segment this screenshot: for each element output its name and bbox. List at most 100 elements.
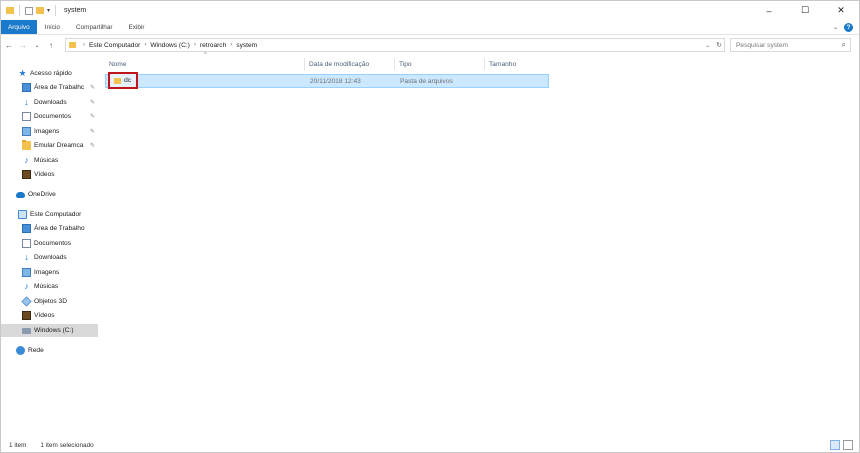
chevron-right-icon[interactable]: › — [230, 42, 232, 48]
tab-file[interactable]: Arquivo — [1, 20, 37, 34]
status-bar: 1 item 1 item selecionado — [1, 438, 859, 453]
address-bar[interactable]: › Este Computador › Windows (C:) › retro… — [65, 38, 725, 52]
search-input[interactable]: Pesquisar system — [736, 42, 788, 49]
selection-count: 1 item selecionado — [40, 442, 94, 449]
sidebar-item-pc-pictures[interactable]: Imagens — [1, 266, 98, 279]
sidebar-item-label: Este Computador — [30, 211, 82, 218]
help-icon[interactable]: ? — [844, 23, 853, 32]
close-button[interactable]: ✕ — [823, 1, 859, 20]
window-controls: – ☐ ✕ — [751, 1, 859, 20]
sidebar-item-label: Documentos — [34, 240, 72, 247]
sidebar-item-onedrive[interactable]: OneDrive — [1, 188, 98, 201]
list-item[interactable]: dc 20/11/2018 12:43 Pasta de arquivos — [105, 72, 549, 89]
chevron-right-icon[interactable]: › — [194, 42, 196, 48]
pin-icon: ✎ — [89, 100, 95, 106]
sidebar-item-pc-desktop[interactable]: Área de Trabalho — [1, 222, 98, 235]
column-header-name[interactable]: Nome — [105, 58, 305, 70]
sidebar-item-label: Downloads — [34, 254, 67, 261]
breadcrumb-retroarch[interactable]: retroarch — [200, 42, 226, 49]
search-box[interactable]: Pesquisar system ⌕ — [730, 38, 851, 52]
breadcrumb-this-pc[interactable]: Este Computador — [89, 42, 140, 49]
pin-icon: ✎ — [89, 129, 95, 135]
customize-toolbar-chevron-icon[interactable]: ▾ — [47, 7, 50, 14]
column-header-size[interactable]: Tamanho — [485, 58, 549, 70]
sidebar-item-label: Vídeos — [34, 171, 55, 178]
tab-home[interactable]: Início — [37, 20, 68, 34]
folder-icon — [69, 42, 76, 48]
sidebar-item-label: OneDrive — [28, 191, 56, 198]
expand-ribbon-chevron-icon[interactable]: ⌄ — [833, 24, 838, 31]
image-icon — [22, 127, 31, 136]
breadcrumb-windows-c[interactable]: Windows (C:) — [150, 42, 190, 49]
star-icon: ★ — [18, 68, 27, 78]
title-bar: ▾ system – ☐ ✕ — [1, 1, 859, 20]
properties-icon[interactable] — [25, 6, 33, 15]
navigation-bar: ← → ⌄ ↑ › Este Computador › Windows (C:)… — [1, 36, 859, 54]
pin-icon: ✎ — [89, 114, 95, 120]
column-header-type[interactable]: Tipo — [395, 58, 485, 70]
sidebar-item-videos[interactable]: Vídeos — [1, 168, 98, 181]
sidebar-item-label: Acesso rápido — [30, 70, 72, 77]
sidebar-item-label: Músicas — [34, 157, 59, 164]
tab-view[interactable]: Exibir — [121, 20, 153, 34]
column-header-date[interactable]: Data de modificação — [305, 58, 395, 70]
address-history-chevron-icon[interactable]: ⌄ — [705, 42, 710, 49]
chevron-right-icon[interactable]: › — [83, 42, 85, 48]
folder-icon — [6, 7, 14, 14]
quick-access-toolbar: ▾ — [1, 1, 58, 20]
sidebar-item-this-pc[interactable]: Este Computador — [1, 208, 98, 221]
ribbon-right: ⌄ ? — [833, 20, 853, 35]
search-icon: ⌕ — [841, 40, 846, 49]
sidebar-item-downloads[interactable]: ↓ Downloads ✎ — [1, 96, 98, 109]
cloud-icon — [16, 191, 25, 198]
sidebar-item-pc-3d-objects[interactable]: Objetos 3D — [1, 295, 98, 308]
sidebar-item-pc-videos[interactable]: Vídeos — [1, 309, 98, 322]
sidebar-item-label: Windows (C:) — [34, 327, 74, 334]
download-icon: ↓ — [24, 97, 29, 107]
minimize-button[interactable]: – — [751, 1, 787, 20]
sidebar-item-windows-c[interactable]: Windows (C:) — [1, 324, 98, 337]
tab-share[interactable]: Compartilhar — [68, 20, 121, 34]
sidebar-item-label: Emular Dreamca — [34, 142, 84, 149]
sidebar-item-music[interactable]: ♪ Músicas — [1, 154, 98, 167]
navigation-pane: ★ Acesso rápido Área de Trabalhc ✎ ↓ Dow… — [1, 61, 98, 431]
sidebar-item-desktop[interactable]: Área de Trabalhc ✎ — [1, 81, 98, 94]
sidebar-item-label: Área de Trabalhc — [34, 84, 85, 91]
sidebar-item-pc-downloads[interactable]: ↓ Downloads — [1, 251, 98, 264]
image-icon — [22, 268, 31, 277]
recent-locations-chevron-icon[interactable]: ⌄ — [31, 38, 43, 52]
highlight-box: dc — [108, 72, 138, 89]
sidebar-item-emular-dreamcast[interactable]: Emular Dreamca ✎ — [1, 139, 98, 152]
pin-icon: ✎ — [89, 85, 95, 91]
up-button[interactable]: ↑ — [45, 38, 57, 52]
divider — [55, 5, 57, 16]
sidebar-item-pictures[interactable]: Imagens ✎ — [1, 125, 98, 138]
large-icons-view-icon[interactable] — [843, 440, 853, 450]
item-count: 1 item — [9, 442, 27, 449]
back-button[interactable]: ← — [3, 38, 15, 52]
chevron-right-icon[interactable]: › — [144, 42, 146, 48]
sidebar-item-network[interactable]: Rede — [1, 344, 98, 357]
sidebar-item-documents[interactable]: Documentos ✎ — [1, 110, 98, 123]
refresh-icon[interactable]: ↻ — [716, 41, 722, 49]
forward-button[interactable]: → — [17, 38, 29, 52]
window-title: system — [64, 7, 87, 14]
sidebar-item-label: Rede — [28, 347, 44, 354]
sidebar-item-pc-documents[interactable]: Documentos — [1, 237, 98, 250]
computer-icon — [18, 210, 27, 219]
divider — [19, 5, 20, 16]
maximize-button[interactable]: ☐ — [787, 1, 823, 20]
sidebar-item-quick-access[interactable]: ★ Acesso rápido — [1, 67, 98, 80]
sidebar-item-label: Vídeos — [34, 312, 55, 319]
new-folder-icon[interactable] — [36, 7, 44, 14]
file-name-cell[interactable]: dc — [106, 72, 306, 89]
file-size — [486, 75, 548, 87]
sidebar-item-pc-music[interactable]: ♪ Músicas — [1, 280, 98, 293]
breadcrumb-system[interactable]: system — [236, 42, 257, 49]
sidebar-item-label: Imagens — [34, 128, 60, 135]
sidebar-item-label: Área de Trabalho — [34, 225, 85, 232]
file-type: Pasta de arquivos — [400, 77, 453, 85]
details-view-icon[interactable] — [830, 440, 840, 450]
cube-icon — [21, 296, 32, 307]
drive-icon — [22, 327, 31, 334]
